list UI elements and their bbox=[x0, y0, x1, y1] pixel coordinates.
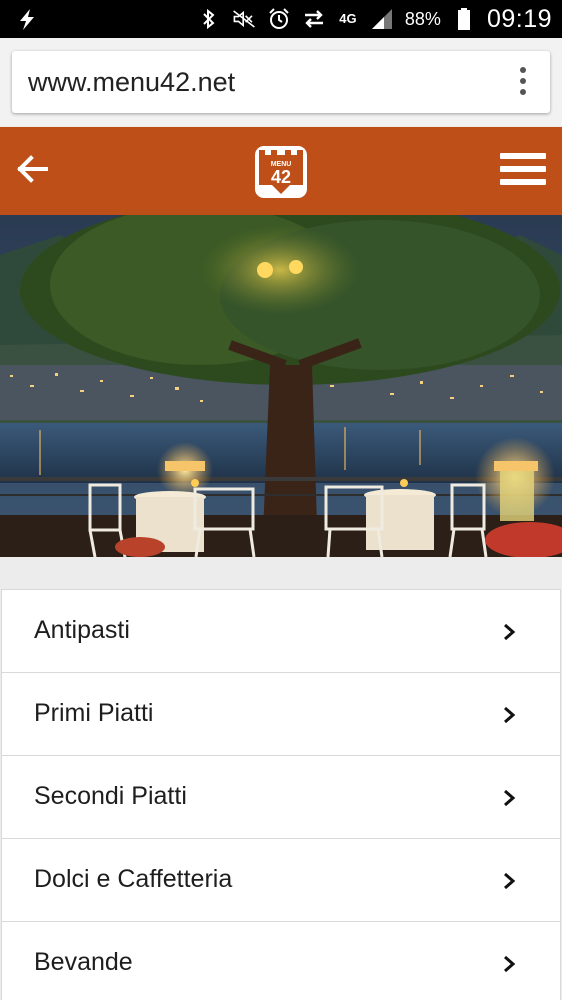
chevron-right-icon bbox=[502, 788, 516, 808]
category-list: Antipasti Primi Piatti Secondi Piatti Do… bbox=[0, 589, 562, 1000]
hamburger-icon[interactable] bbox=[500, 153, 546, 187]
category-item-antipasti[interactable]: Antipasti bbox=[1, 589, 561, 672]
category-item-secondi-piatti[interactable]: Secondi Piatti bbox=[1, 755, 561, 838]
chevron-right-icon bbox=[502, 871, 516, 891]
signal-icon bbox=[370, 7, 394, 31]
menu42-logo[interactable]: MENU 42 bbox=[254, 145, 308, 199]
chevron-right-icon bbox=[502, 954, 516, 974]
alarm-icon bbox=[267, 7, 291, 31]
category-label: Primi Piatti bbox=[34, 699, 154, 727]
category-item-bevande[interactable]: Bevande bbox=[1, 921, 561, 1000]
category-item-primi-piatti[interactable]: Primi Piatti bbox=[1, 672, 561, 755]
clock-time: 09:19 bbox=[486, 4, 552, 33]
hero-image bbox=[0, 215, 562, 557]
category-label: Antipasti bbox=[34, 616, 130, 644]
lightning-icon bbox=[14, 6, 40, 32]
bluetooth-icon bbox=[197, 7, 221, 31]
category-label: Secondi Piatti bbox=[34, 782, 187, 810]
browser-toolbar: www.menu42.net bbox=[0, 38, 562, 126]
category-item-dolci-e-caffetteria[interactable]: Dolci e Caffetteria bbox=[1, 838, 561, 921]
category-label: Bevande bbox=[34, 948, 133, 976]
category-label: Dolci e Caffetteria bbox=[34, 865, 233, 893]
url-text[interactable]: www.menu42.net bbox=[28, 67, 235, 98]
battery-icon bbox=[452, 7, 476, 31]
url-bar[interactable]: www.menu42.net bbox=[12, 51, 550, 113]
status-bar: 4G 88% 09:19 bbox=[0, 0, 562, 38]
data-sync-icon bbox=[302, 7, 326, 31]
back-arrow-icon[interactable] bbox=[14, 151, 50, 187]
chevron-right-icon bbox=[502, 705, 516, 725]
chevron-right-icon bbox=[502, 622, 516, 642]
overflow-menu-icon[interactable] bbox=[518, 67, 528, 97]
network-4g-icon: 4G bbox=[339, 11, 357, 26]
mute-icon bbox=[232, 7, 256, 31]
status-icons: 4G 88% 09:19 bbox=[197, 0, 552, 38]
app-header: MENU 42 bbox=[0, 127, 562, 215]
battery-percent: 88% bbox=[404, 8, 441, 29]
logo-text-main: 42 bbox=[271, 167, 291, 187]
